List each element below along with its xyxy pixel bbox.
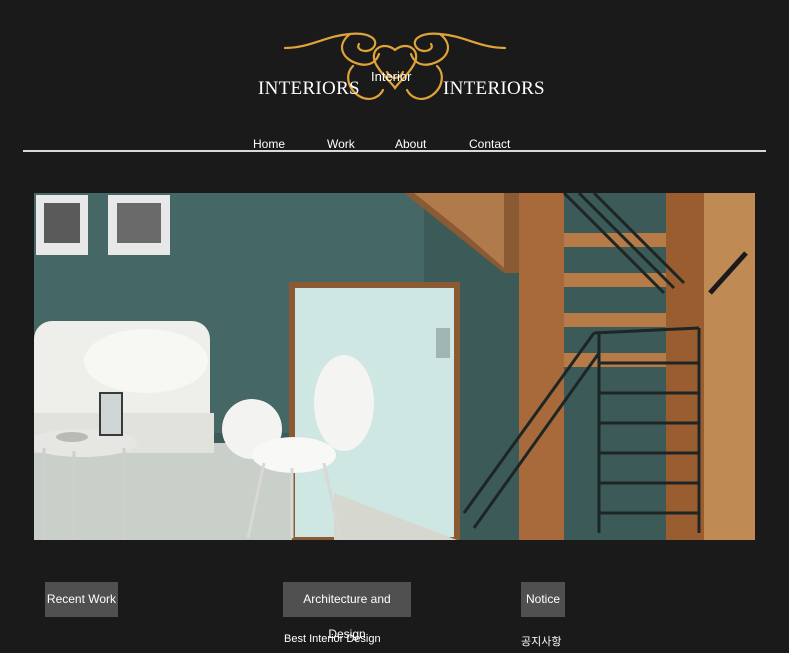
logo-center-word: Interior [371,69,412,84]
notice-subtitle[interactable]: 공지사항 [521,633,561,649]
recent-work-button[interactable]: Recent Work [45,582,118,617]
nav-about[interactable]: About [395,137,426,151]
logo-right-word: INTERIORS [443,78,545,99]
interior-photo [34,193,755,540]
nav-work[interactable]: Work [327,137,355,151]
nav-home[interactable]: Home [253,137,285,151]
nav-divider [23,150,766,152]
logo-left-word: INTERIORS [258,78,360,99]
nav-contact[interactable]: Contact [469,137,510,151]
notice-button[interactable]: Notice [521,582,565,617]
site-logo[interactable]: INTERIORS Interior INTERIORS [255,26,545,106]
architecture-design-button[interactable]: Architecture and Design [283,582,411,641]
main-nav: Home Work About Contact [0,137,789,151]
architecture-subtitle[interactable]: Best Interior Design [284,633,381,645]
hero-image [34,193,755,540]
